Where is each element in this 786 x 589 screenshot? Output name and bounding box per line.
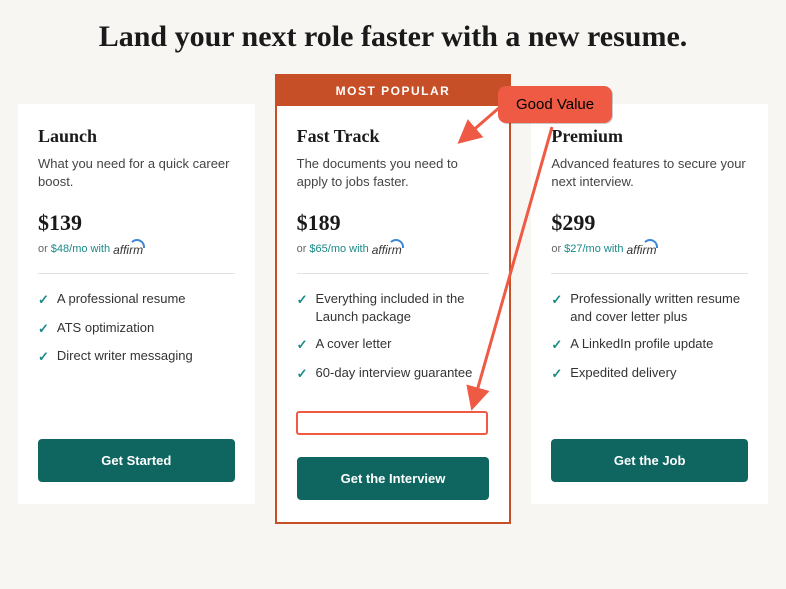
plan-card-fasttrack: MOST POPULAR Fast Track The documents yo…	[275, 74, 512, 524]
affirm-logo-icon: affirm	[113, 240, 143, 257]
feature-item: ✓ A professional resume	[38, 290, 235, 309]
plan-desc: Advanced features to secure your next in…	[551, 155, 748, 193]
affirm-logo-icon: affirm	[372, 240, 402, 257]
feature-item: ✓ Direct writer messaging	[38, 347, 235, 366]
feature-list: ✓ A professional resume ✓ ATS optimization…	[38, 290, 235, 418]
plan-price: $189	[297, 210, 490, 236]
plan-card-launch: Launch What you need for a quick career …	[18, 104, 255, 504]
feature-list: ✓ Professionally written resume and cover…	[551, 290, 748, 418]
feature-text: Direct writer messaging	[57, 347, 193, 365]
divider	[551, 273, 748, 274]
check-icon: ✓	[551, 365, 562, 383]
plan-name: Premium	[551, 126, 748, 147]
check-icon: ✓	[297, 365, 308, 383]
feature-item: ✓ Expedited delivery	[551, 364, 748, 383]
plan-price: $139	[38, 210, 235, 236]
plan-desc: What you need for a quick career boost.	[38, 155, 235, 193]
check-icon: ✓	[551, 291, 562, 309]
get-job-button[interactable]: Get the Job	[551, 439, 748, 482]
check-icon: ✓	[38, 348, 49, 366]
affirm-or: or	[38, 243, 48, 255]
get-started-button[interactable]: Get Started	[38, 439, 235, 482]
check-icon: ✓	[38, 320, 49, 338]
feature-item: ✓ A cover letter	[297, 335, 490, 354]
affirm-or: or	[297, 243, 307, 255]
feature-text: 60-day interview guarantee	[316, 364, 473, 382]
feature-list: ✓ Everything included in the Launch packa…	[297, 290, 490, 436]
affirm-line: or $48/mo with affirm	[38, 240, 235, 257]
check-icon: ✓	[297, 336, 308, 354]
divider	[297, 273, 490, 274]
plan-price: $299	[551, 210, 748, 236]
affirm-monthly[interactable]: $65/mo with	[309, 243, 368, 255]
affirm-line: or $65/mo with affirm	[297, 240, 490, 257]
pricing-cards-row: Launch What you need for a quick career …	[0, 64, 786, 524]
feature-item: ✓ A LinkedIn profile update	[551, 335, 748, 354]
check-icon: ✓	[297, 291, 308, 309]
feature-item: ✓ Everything included in the Launch packa…	[297, 290, 490, 325]
affirm-monthly[interactable]: $27/mo with	[564, 243, 623, 255]
feature-item: ✓ Professionally written resume and cover…	[551, 290, 748, 325]
affirm-or: or	[551, 243, 561, 255]
plan-name: Launch	[38, 126, 235, 147]
feature-item: ✓ 60-day interview guarantee	[297, 364, 490, 383]
plan-card-premium: Premium Advanced features to secure your…	[531, 104, 768, 504]
feature-item: ✓ ATS optimization	[38, 319, 235, 338]
divider	[38, 273, 235, 274]
affirm-line: or $27/mo with affirm	[551, 240, 748, 257]
check-icon: ✓	[38, 291, 49, 309]
feature-text: Expedited delivery	[570, 364, 676, 382]
feature-text: A professional resume	[57, 290, 186, 308]
get-interview-button[interactable]: Get the Interview	[297, 457, 490, 500]
check-icon: ✓	[551, 336, 562, 354]
feature-text: A LinkedIn profile update	[570, 335, 713, 353]
page-headline: Land your next role faster with a new re…	[0, 0, 786, 64]
feature-text: Professionally written resume and cover …	[570, 290, 748, 325]
affirm-logo-icon: affirm	[626, 240, 656, 257]
most-popular-badge: MOST POPULAR	[277, 76, 510, 106]
feature-text: A cover letter	[316, 335, 392, 353]
affirm-monthly[interactable]: $48/mo with	[51, 243, 110, 255]
plan-desc: The documents you need to apply to jobs …	[297, 155, 490, 193]
plan-name: Fast Track	[297, 126, 490, 147]
feature-text: ATS optimization	[57, 319, 154, 337]
feature-text: Everything included in the Launch packag…	[316, 290, 490, 325]
